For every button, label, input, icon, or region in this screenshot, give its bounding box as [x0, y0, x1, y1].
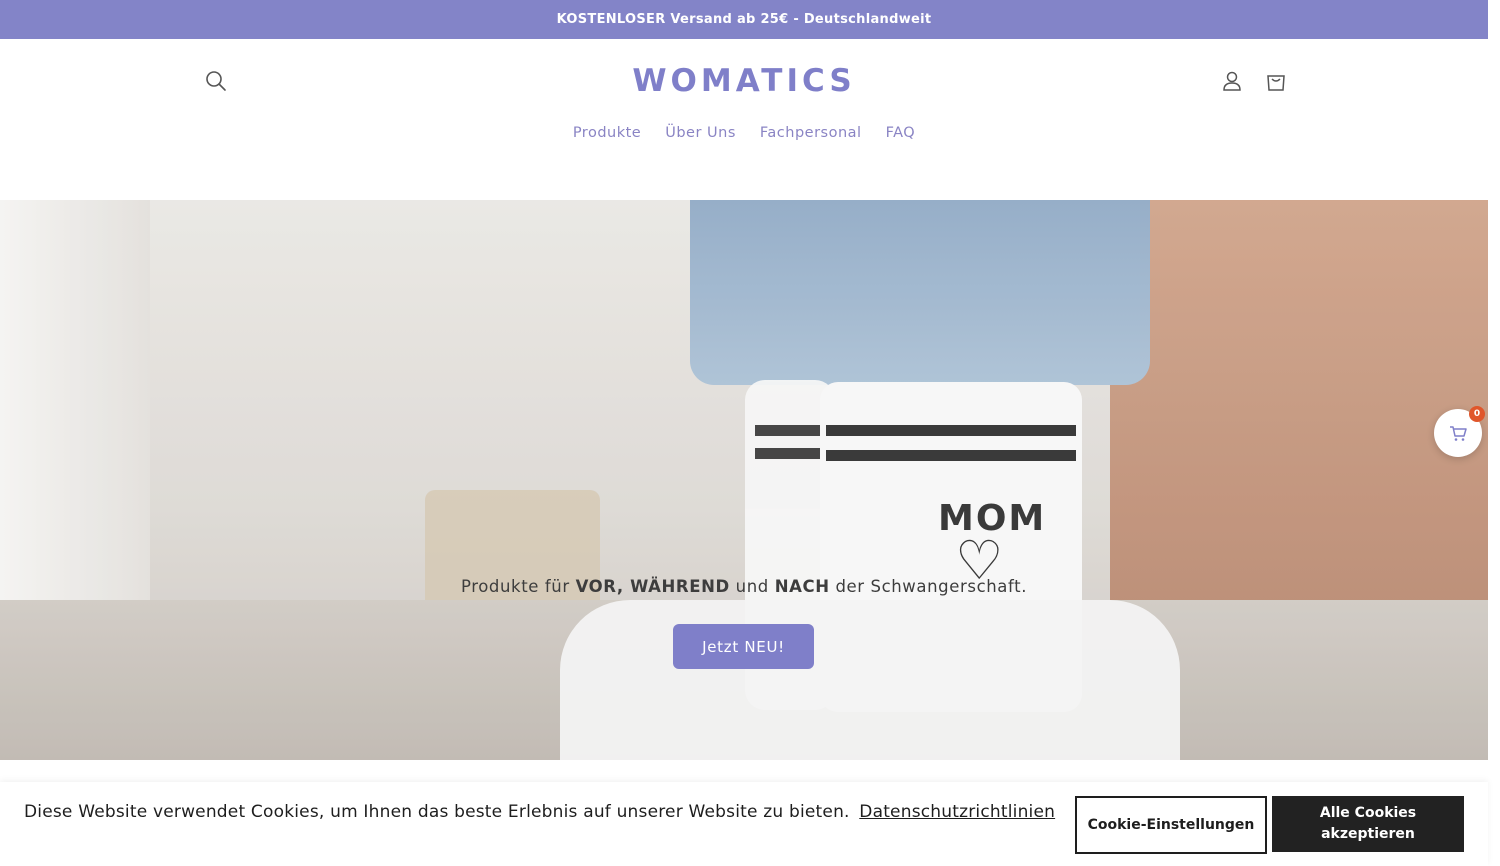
accept-all-cookies-button[interactable]: Alle Cookies akzeptieren [1272, 796, 1464, 852]
cookie-message: Diese Website verwendet Cookies, um Ihne… [24, 802, 1055, 822]
cookie-settings-button[interactable]: Cookie-Einstellungen [1075, 796, 1267, 854]
nav-item-faq[interactable]: FAQ [886, 125, 916, 141]
announcement-bar: KOSTENLOSER Versand ab 25€ - Deutschland… [0, 0, 1488, 39]
announcement-text: KOSTENLOSER Versand ab 25€ - Deutschland… [556, 12, 932, 27]
hero-tagline-middle: und [729, 577, 775, 596]
shopping-cart-icon [1450, 426, 1467, 441]
nav-item-ueber-uns[interactable]: Über Uns [665, 125, 736, 141]
privacy-policy-link[interactable]: Datenschutzrichtlinien [859, 802, 1055, 822]
nav-item-produkte[interactable]: Produkte [573, 125, 641, 141]
cart-count-badge: 0 [1469, 406, 1485, 422]
cookie-banner: Diese Website verwendet Cookies, um Ihne… [0, 782, 1488, 866]
account-icon [1223, 71, 1241, 91]
main-nav: Produkte Über Uns Fachpersonal FAQ [0, 125, 1488, 141]
hero-tagline-bold-2: NACH [774, 577, 830, 596]
hero-tagline: Produkte für VOR, WÄHREND und NACH der S… [0, 577, 1488, 596]
hero-banner: MOM ♡ Produkte für VOR, WÄHREND und NACH… [0, 200, 1488, 760]
account-button[interactable] [1216, 65, 1248, 97]
cart-icon [1267, 75, 1285, 91]
hero-overlay [0, 200, 1488, 760]
hero-cta-button[interactable]: Jetzt NEU! [673, 624, 814, 669]
hero-tagline-bold-1: VOR, WÄHREND [575, 577, 730, 596]
site-header: WOMATICS Produkte Über Uns Fachpersonal … [0, 39, 1488, 200]
nav-item-fachpersonal[interactable]: Fachpersonal [760, 125, 862, 141]
hero-tagline-suffix: der Schwangerschaft. [829, 577, 1028, 596]
hero-tagline-prefix: Produkte für [460, 577, 576, 596]
cart-button[interactable] [1260, 65, 1292, 97]
cookie-message-text: Diese Website verwendet Cookies, um Ihne… [24, 802, 850, 822]
